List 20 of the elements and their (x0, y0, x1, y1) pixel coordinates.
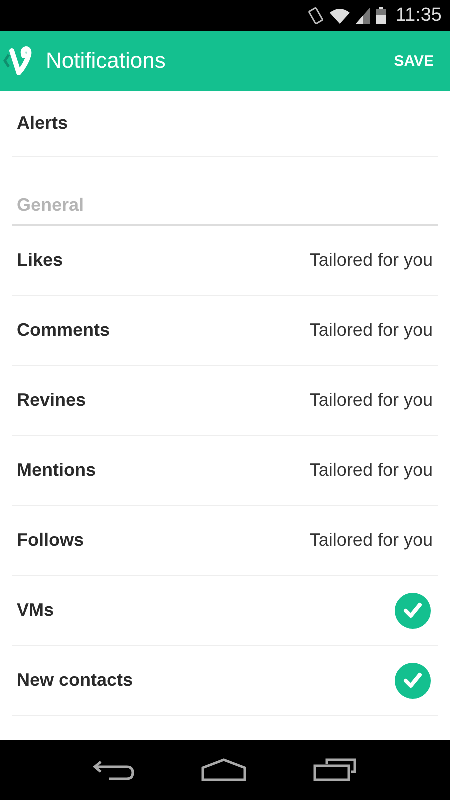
setting-row[interactable]: New contacts (12, 646, 438, 716)
setting-row[interactable]: Comments Tailored for you (12, 296, 438, 366)
setting-row[interactable]: Likes Tailored for you (12, 226, 438, 296)
screen-title: Notifications (46, 48, 167, 74)
home-icon[interactable] (201, 758, 247, 782)
setting-row[interactable]: VMs (12, 576, 438, 646)
recents-icon[interactable] (313, 758, 357, 782)
checkbox[interactable] (395, 592, 431, 628)
setting-row[interactable]: Revines Tailored for you (12, 366, 438, 436)
list-item[interactable]: Alerts (12, 91, 438, 157)
status-time: 11:35 (396, 4, 442, 26)
wifi-icon (330, 8, 350, 24)
back-icon[interactable] (93, 758, 135, 782)
signal-icon (356, 8, 370, 24)
setting-row[interactable]: Follows Tailored for you (12, 506, 438, 576)
checkbox[interactable] (395, 662, 431, 698)
section-header: General (12, 157, 438, 226)
battery-icon (376, 7, 386, 24)
vibrate-icon (308, 6, 324, 24)
setting-row[interactable]: Mentions Tailored for you (12, 436, 438, 506)
